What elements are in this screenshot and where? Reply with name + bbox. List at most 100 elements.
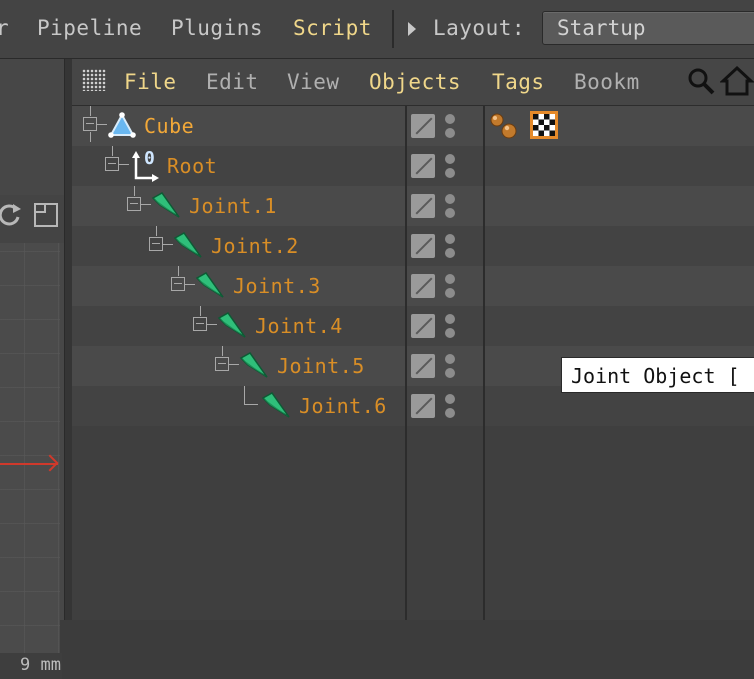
viewport-panel: 9 mm (0, 59, 64, 679)
render-visibility-dot[interactable] (445, 248, 455, 258)
render-visibility-dot[interactable] (445, 368, 455, 378)
render-visibility-dot[interactable] (445, 168, 455, 178)
layout-dropdown[interactable]: Startup (542, 11, 754, 45)
layout-arrow-icon[interactable] (408, 22, 416, 36)
render-visibility-dot[interactable] (445, 328, 455, 338)
null-object-label: 0 (144, 148, 155, 169)
flag-row (407, 186, 483, 226)
layer-icon[interactable] (411, 154, 435, 178)
object-row-joint-1[interactable]: Joint.1 (72, 186, 405, 226)
tree-line (134, 186, 135, 196)
layer-icon[interactable] (411, 314, 435, 338)
menu-item-pipeline[interactable]: Pipeline (37, 16, 142, 40)
object-manager: File Edit View Objects Tags Bookm Cube 0… (72, 59, 754, 620)
tag-row (485, 266, 754, 306)
tag-row (485, 146, 754, 186)
refresh-icon[interactable] (0, 201, 24, 229)
home-icon[interactable] (720, 65, 754, 97)
object-name[interactable]: Joint.2 (211, 234, 299, 258)
flag-row (407, 146, 483, 186)
menu-item-script[interactable]: Script (293, 16, 372, 40)
tree-line (97, 124, 107, 125)
object-name[interactable]: Root (167, 154, 217, 178)
tree-collapse-icon[interactable] (171, 277, 185, 291)
menu-separator (392, 10, 394, 48)
flag-row (407, 346, 483, 386)
editor-visibility-dot[interactable] (445, 114, 455, 124)
object-row-joint-3[interactable]: Joint.3 (72, 266, 405, 306)
layer-icon[interactable] (411, 394, 435, 418)
joint-icon (239, 352, 268, 378)
om-menu-file[interactable]: File (124, 70, 177, 94)
viewport-toolbar (0, 195, 64, 243)
om-menu-edit[interactable]: Edit (206, 70, 259, 94)
editor-visibility-dot[interactable] (445, 394, 455, 404)
tree-line (90, 106, 91, 116)
layer-icon[interactable] (411, 114, 435, 138)
layout-label: Layout: (433, 16, 526, 40)
flag-row (407, 226, 483, 266)
render-visibility-dot[interactable] (445, 128, 455, 138)
maximize-view-icon[interactable] (32, 201, 60, 229)
viewport-canvas[interactable] (0, 243, 60, 653)
tree-collapse-icon[interactable] (127, 197, 141, 211)
layer-icon[interactable] (411, 194, 435, 218)
joint-icon (173, 232, 202, 258)
joint-icon (261, 392, 290, 418)
menu-item-partial[interactable]: r (0, 16, 9, 40)
joint-icon (195, 272, 224, 298)
object-name[interactable]: Joint.6 (299, 394, 387, 418)
render-visibility-dot[interactable] (445, 288, 455, 298)
object-tree: Cube 0 Root Joint.1 Joint.2 Joint.3 Join… (72, 106, 405, 620)
tooltip: Joint Object [ (561, 357, 754, 393)
tree-line (200, 306, 201, 316)
object-row-joint-4[interactable]: Joint.4 (72, 306, 405, 346)
object-row-cube[interactable]: Cube (72, 106, 405, 146)
render-visibility-dot[interactable] (445, 408, 455, 418)
tree-line (156, 226, 157, 236)
object-row-root[interactable]: 0 Root (72, 132, 405, 186)
tree-collapse-icon[interactable] (149, 237, 163, 251)
om-menu-bookmarks[interactable]: Bookm (574, 70, 640, 94)
object-name[interactable]: Joint.5 (277, 354, 365, 378)
editor-visibility-dot[interactable] (445, 194, 455, 204)
editor-visibility-dot[interactable] (445, 234, 455, 244)
object-name[interactable]: Joint.1 (189, 194, 277, 218)
object-manager-menu-bar: File Edit View Objects Tags Bookm (72, 59, 754, 106)
tree-collapse-icon[interactable] (215, 357, 229, 371)
phong-tag-icon[interactable] (487, 110, 521, 142)
editor-visibility-dot[interactable] (445, 314, 455, 324)
grid-unit-readout: 9 mm (0, 653, 62, 679)
layout-dropdown-value: Startup (557, 16, 646, 40)
layer-icon[interactable] (411, 354, 435, 378)
tree-line (244, 404, 258, 405)
checker-material-tag-icon[interactable] (529, 110, 559, 140)
editor-visibility-dot[interactable] (445, 274, 455, 284)
search-icon[interactable] (686, 66, 716, 96)
object-name[interactable]: Cube (144, 114, 194, 138)
tooltip-text: Joint Object [ (571, 364, 740, 388)
layer-icon[interactable] (411, 274, 435, 298)
menu-item-plugins[interactable]: Plugins (171, 16, 263, 40)
om-menu-objects[interactable]: Objects (369, 70, 461, 94)
om-menu-view[interactable]: View (287, 70, 340, 94)
object-name[interactable]: Joint.4 (255, 314, 343, 338)
object-name[interactable]: Joint.3 (233, 274, 321, 298)
layer-icon[interactable] (411, 234, 435, 258)
render-visibility-dot[interactable] (445, 208, 455, 218)
main-menu-bar: r Pipeline Plugins Script Layout: Startu… (0, 0, 754, 59)
object-row-joint-2[interactable]: Joint.2 (72, 226, 405, 266)
tree-collapse-icon[interactable] (83, 117, 97, 131)
editor-visibility-dot[interactable] (445, 354, 455, 364)
tree-line (222, 346, 223, 356)
object-flags-column (407, 106, 483, 620)
om-menu-tags[interactable]: Tags (492, 70, 545, 94)
editor-visibility-dot[interactable] (445, 154, 455, 164)
tree-collapse-icon[interactable] (193, 317, 207, 331)
panel-grip-icon[interactable] (82, 69, 106, 91)
flag-row (407, 306, 483, 346)
tree-collapse-icon[interactable] (105, 157, 119, 171)
tree-line (178, 266, 179, 276)
object-row-joint-5[interactable]: Joint.5 (72, 346, 405, 386)
object-row-joint-6[interactable]: Joint.6 (72, 386, 405, 426)
